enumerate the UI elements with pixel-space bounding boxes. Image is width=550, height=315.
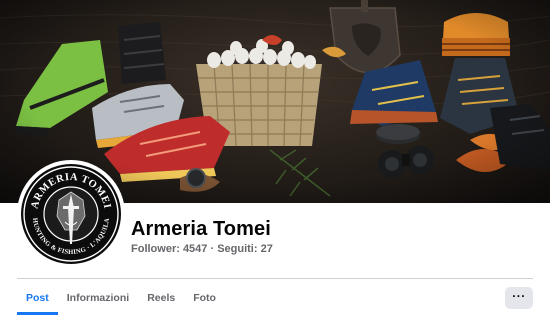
page-title: Armeria Tomei xyxy=(131,218,271,240)
more-options-button[interactable]: ··· xyxy=(505,287,533,309)
tab-informazioni[interactable]: Informazioni xyxy=(58,282,138,315)
more-horizontal-icon: ··· xyxy=(512,288,526,303)
armeria-tomei-logo: ARMERIA TOMEI HUNTING & FISHING · L'AQUI… xyxy=(23,166,119,262)
follower-stats[interactable]: Follower: 4547 · Seguiti: 27 xyxy=(131,243,273,255)
header-divider xyxy=(17,278,533,279)
logo-badge: ARMERIA TOMEI HUNTING & FISHING · L'AQUI… xyxy=(21,164,121,264)
tab-post[interactable]: Post xyxy=(17,282,58,315)
tab-reels[interactable]: Reels xyxy=(138,282,184,315)
tab-foto[interactable]: Foto xyxy=(184,282,225,315)
profile-avatar[interactable]: ARMERIA TOMEI HUNTING & FISHING · L'AQUI… xyxy=(17,160,125,268)
profile-tabs: Post Informazioni Reels Foto xyxy=(17,282,225,315)
